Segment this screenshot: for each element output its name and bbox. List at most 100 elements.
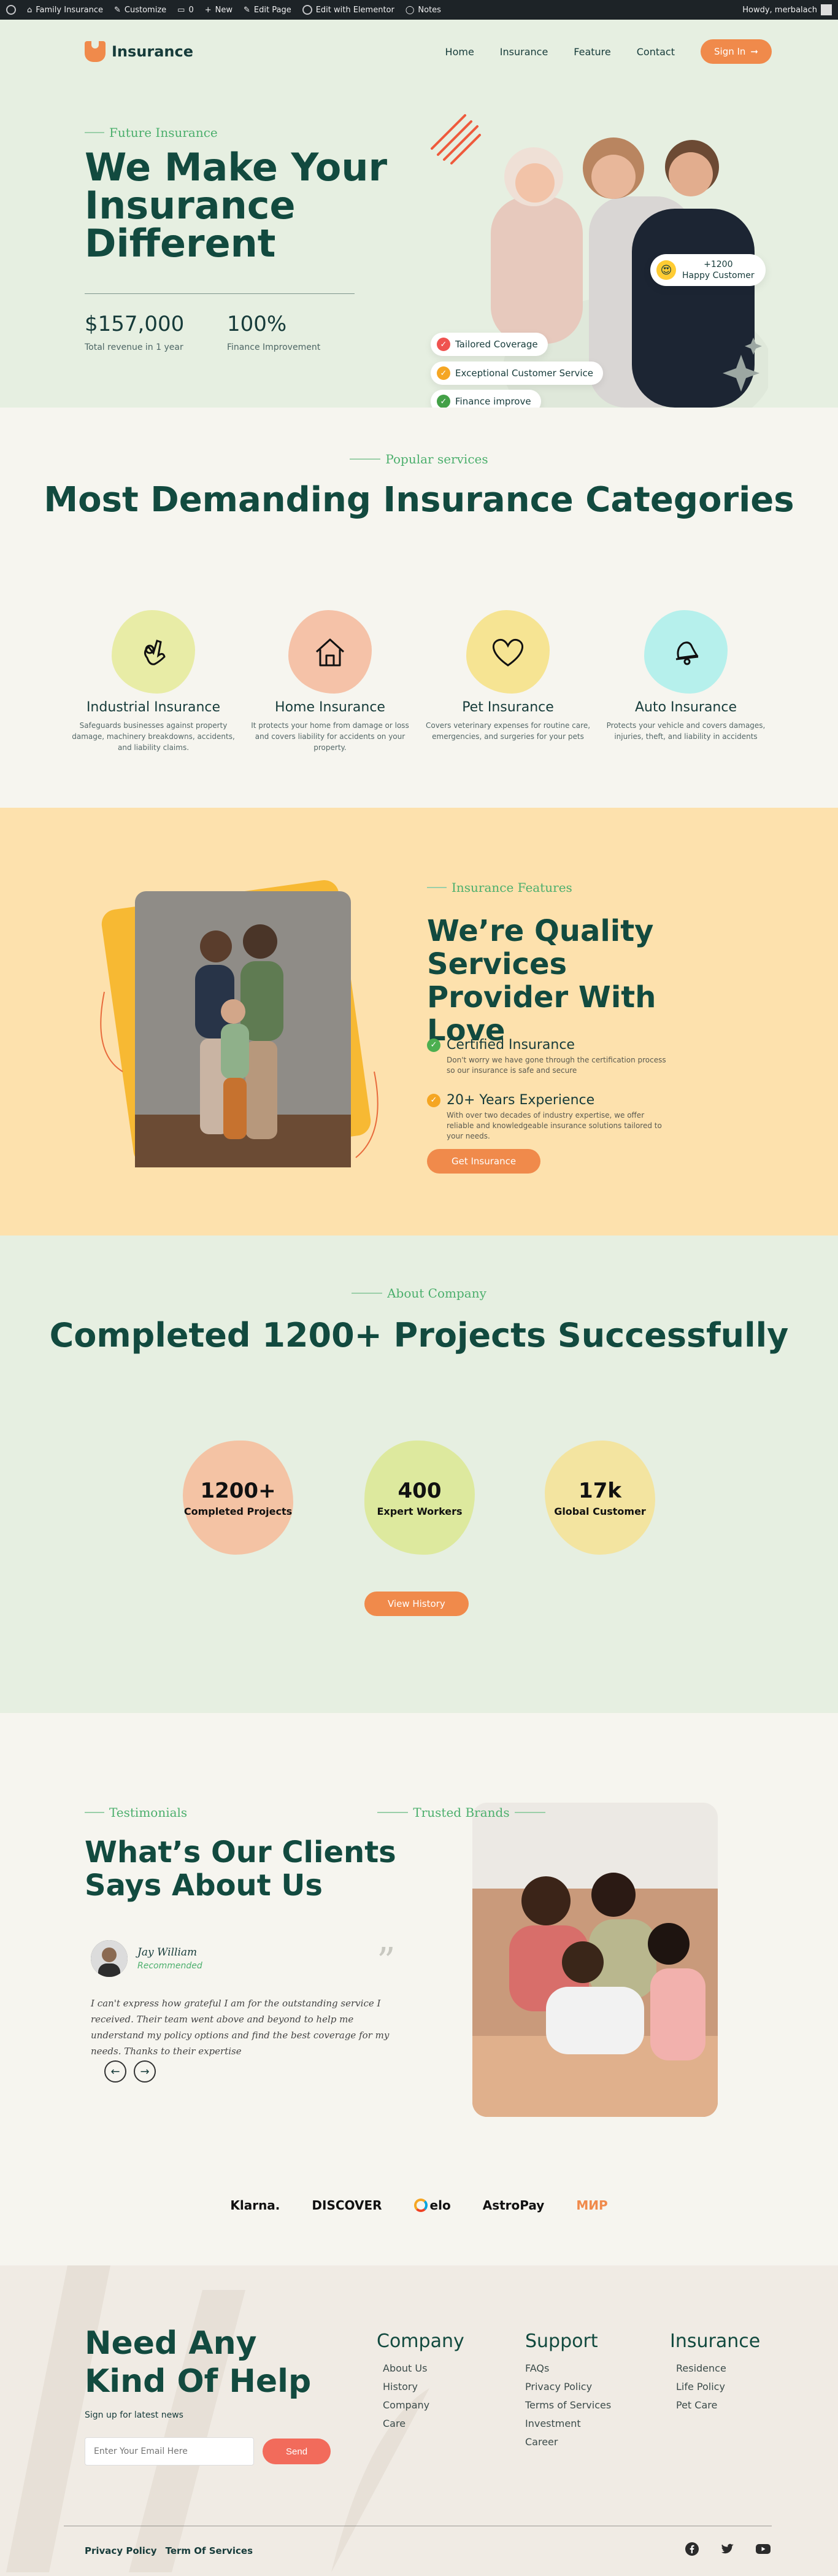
- admin-notes[interactable]: ◯ Notes: [406, 6, 441, 15]
- footer-link[interactable]: About Us: [377, 2359, 464, 2378]
- service-card-home[interactable]: Home Insurance It protects your home fro…: [244, 610, 416, 753]
- pill-customer-service: ✓ Exceptional Customer Service: [431, 362, 604, 385]
- legal-links: Privacy Policy Term Of Services: [85, 2545, 253, 2556]
- plus-icon: +: [204, 5, 212, 15]
- admin-edit-elementor[interactable]: Edit with Elementor: [302, 5, 394, 15]
- footer-link[interactable]: Company: [377, 2396, 464, 2415]
- email-field[interactable]: [85, 2437, 254, 2466]
- footer-link[interactable]: Residence: [670, 2359, 760, 2378]
- check-icon: ✓: [437, 395, 450, 408]
- footer-link[interactable]: Career: [525, 2433, 611, 2451]
- brand-elo: elo: [413, 2198, 451, 2213]
- speech-bubble-icon: ◯: [405, 5, 415, 15]
- about-kicker: About Company: [0, 1286, 838, 1301]
- admin-customize[interactable]: ✎ Customize: [114, 6, 166, 15]
- smiley-icon: 😍: [656, 260, 676, 280]
- nav-contact[interactable]: Contact: [637, 46, 675, 58]
- features-family-image: [100, 880, 379, 1167]
- services-section: Popular services Most Demanding Insuranc…: [0, 408, 838, 808]
- stat-global-customer: 17k Global Customer: [545, 1441, 655, 1555]
- shield-logo-icon: [85, 40, 106, 62]
- testimonials-section: Testimonials What’s Our Clients Says Abo…: [0, 1713, 838, 2265]
- feature-certified: ✓ Certified Insurance Don't worry we have…: [427, 1037, 672, 1076]
- testimonial-quote: I can't express how grateful I am for th…: [91, 1998, 390, 2057]
- footer-link[interactable]: FAQs: [525, 2359, 611, 2378]
- twitter-icon[interactable]: [719, 2540, 736, 2558]
- avatar: [821, 4, 832, 15]
- elementor-icon: [302, 5, 312, 15]
- about-section: About Company Completed 1200+ Projects S…: [0, 1236, 838, 1713]
- testimonials-family-image: [472, 1803, 718, 2117]
- check-icon: ✓: [437, 338, 450, 351]
- features-section: Insurance Features We’re Quality Service…: [0, 808, 838, 1236]
- hero-divider: [85, 293, 355, 294]
- youtube-icon[interactable]: [755, 2540, 772, 2558]
- brands-kicker: Trusted Brands: [85, 1805, 838, 1820]
- footer-link[interactable]: History: [377, 2378, 464, 2396]
- admin-new[interactable]: + New: [205, 6, 233, 15]
- testimonial-author: Jay William Recommended: [91, 1940, 202, 1977]
- nav-feature[interactable]: Feature: [574, 46, 610, 58]
- features-title: We’re Quality Services Provider With Lov…: [427, 914, 656, 1048]
- footer-col-company: Company About Us History Company Care: [377, 2330, 464, 2433]
- pencil-icon: ✎: [244, 5, 250, 15]
- site-logo[interactable]: Insurance: [85, 40, 193, 62]
- wordpress-logo-icon[interactable]: [6, 5, 16, 15]
- hero-kicker: Future Insurance: [85, 125, 218, 140]
- brand-klarna: Klarna.: [230, 2198, 280, 2213]
- admin-account[interactable]: Howdy, merbalach: [742, 4, 832, 15]
- service-card-pet[interactable]: Pet Insurance Covers veterinary expenses…: [422, 610, 594, 742]
- service-card-auto[interactable]: Auto Insurance Protects your vehicle and…: [600, 610, 772, 742]
- check-icon: ✓: [437, 366, 450, 380]
- footer-link[interactable]: Investment: [525, 2415, 611, 2433]
- brand-logos: Klarna. DISCOVER elo AstroPay МИР: [0, 2198, 838, 2213]
- terms-link[interactable]: Term Of Services: [166, 2545, 253, 2556]
- footer-col-support: Support FAQs Privacy Policy Terms of Ser…: [525, 2330, 611, 2451]
- social-links: [683, 2540, 772, 2558]
- nav-home[interactable]: Home: [445, 46, 474, 58]
- brand-mir: МИР: [576, 2198, 608, 2213]
- footer-link[interactable]: Privacy Policy: [525, 2378, 611, 2396]
- pill-finance-improve: ✓ Finance improve: [431, 390, 541, 408]
- footer-link[interactable]: Life Policy: [670, 2378, 760, 2396]
- sign-in-button[interactable]: Sign In ➞: [701, 39, 772, 64]
- newsletter-label: Sign up for latest news: [85, 2410, 183, 2420]
- nav-insurance[interactable]: Insurance: [500, 46, 548, 58]
- testimonial-nav: ← →: [104, 2060, 156, 2083]
- facebook-icon[interactable]: [683, 2540, 701, 2558]
- heart-icon: [466, 610, 550, 694]
- get-insurance-button[interactable]: Get Insurance: [427, 1149, 541, 1174]
- view-history-button[interactable]: View History: [364, 1592, 469, 1616]
- service-card-industrial[interactable]: Industrial Insurance Safeguards business…: [67, 610, 239, 753]
- send-button[interactable]: Send: [263, 2439, 331, 2464]
- check-circle-icon: ✓: [427, 1038, 440, 1052]
- stat-expert-workers: 400 Expert Workers: [364, 1441, 475, 1555]
- stat-revenue: $157,000 Total revenue in 1 year: [85, 312, 185, 352]
- site-footer: Need Any Kind Of Help Sign up for latest…: [0, 2265, 838, 2576]
- footer-col-insurance: Insurance Residence Life Policy Pet Care: [670, 2330, 760, 2415]
- house-icon: [288, 610, 372, 694]
- stat-finance: 100% Finance Improvement: [227, 312, 321, 352]
- elo-logo-icon: [413, 2199, 428, 2212]
- admin-edit-page[interactable]: ✎ Edit Page: [244, 6, 291, 15]
- admin-comments[interactable]: ▭ 0: [177, 6, 194, 15]
- brand-discover: DISCOVER: [312, 2198, 382, 2213]
- footer-link[interactable]: Pet Care: [670, 2396, 760, 2415]
- admin-bar: ⌂ Family Insurance ✎ Customize ▭ 0 + New ✎ Ed…: [0, 0, 838, 20]
- hero-section: Insurance Home Insurance Feature Contact…: [0, 20, 838, 408]
- about-title: Completed 1200+ Projects Successfully: [49, 1316, 789, 1355]
- brand-astropay: AstroPay: [482, 2198, 545, 2213]
- bell-icon: [644, 610, 728, 694]
- home-icon: ⌂: [27, 5, 33, 15]
- footer-link[interactable]: Care: [377, 2415, 464, 2433]
- testimonials-title: What’s Our Clients Says About Us: [85, 1835, 396, 1903]
- footer-link[interactable]: Terms of Services: [525, 2396, 611, 2415]
- arrow-left-icon[interactable]: ←: [104, 2060, 126, 2083]
- privacy-policy-link[interactable]: Privacy Policy: [85, 2545, 157, 2556]
- ok-hand-icon: [112, 610, 195, 694]
- admin-site-name[interactable]: ⌂ Family Insurance: [27, 6, 103, 15]
- footer-headline: Need Any Kind Of Help: [85, 2325, 312, 2400]
- arrow-right-icon[interactable]: →: [134, 2060, 156, 2083]
- services-kicker: Popular services: [0, 452, 838, 466]
- brush-icon: ✎: [114, 5, 121, 15]
